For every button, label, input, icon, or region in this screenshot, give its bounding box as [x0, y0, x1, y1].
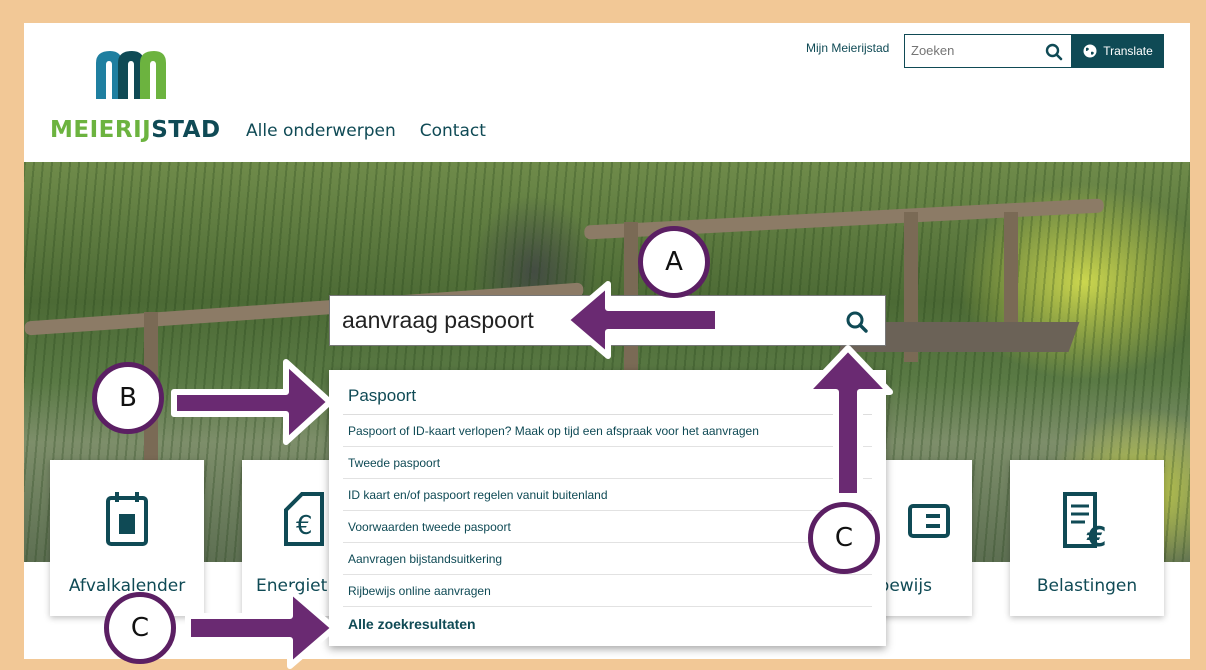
suggestion-item[interactable]: Voorwaarden tweede paspoort [343, 511, 872, 543]
header-search-input[interactable] [911, 43, 1041, 58]
logo-wordmark[interactable]: MEIERIJSTAD [50, 117, 221, 143]
tile-rijbewijs-label: bewijs [878, 576, 932, 596]
main-nav: Alle onderwerpen Contact [246, 121, 486, 141]
page-frame: MEIERIJSTAD Alle onderwerpen Contact Mij… [24, 23, 1190, 659]
svg-text:€: € [1086, 520, 1106, 552]
main-search-value: aanvraag paspoort [342, 307, 534, 333]
search-icon[interactable] [845, 310, 869, 334]
annotation-label-a: A [638, 226, 710, 298]
nav-alle-onderwerpen[interactable]: Alle onderwerpen [246, 121, 396, 141]
suggestions-heading[interactable]: Paspoort [343, 370, 872, 415]
suggestion-item[interactable]: Paspoort of ID-kaart verlopen? Maak op t… [343, 415, 872, 447]
license-card-icon [908, 504, 950, 538]
nav-contact[interactable]: Contact [420, 121, 486, 141]
waste-calendar-icon [106, 492, 148, 546]
annotation-label-b: B [92, 362, 164, 434]
mijn-meierijstad-link[interactable]: Mijn Meierijstad [806, 41, 889, 55]
logo-text-part1: MEIERIJ [50, 117, 152, 143]
tax-document-icon: € [1063, 492, 1106, 552]
header-search [904, 34, 1072, 68]
annotation-label-c-upper: C [808, 502, 880, 574]
svg-text:€: € [296, 511, 313, 541]
translate-button[interactable]: Translate [1072, 34, 1164, 68]
suggestion-item[interactable]: ID kaart en/of paspoort regelen vanuit b… [343, 479, 872, 511]
main-search-field[interactable]: aanvraag paspoort [329, 295, 886, 346]
tile-afvalkalender[interactable]: Afvalkalender [50, 460, 204, 616]
logo-text-part2: STAD [151, 117, 221, 143]
tile-afvalkalender-label: Afvalkalender [68, 576, 186, 596]
tile-belastingen[interactable]: € Belastingen [1010, 460, 1164, 616]
all-results-link[interactable]: Alle zoekresultaten [343, 607, 872, 641]
suggestion-item[interactable]: Aanvragen bijstandsuitkering [343, 543, 872, 575]
meierijstad-logo-icon[interactable] [94, 49, 170, 101]
search-suggestions-dropdown: Paspoort Paspoort of ID-kaart verlopen? … [329, 370, 886, 646]
tile-belastingen-label: Belastingen [1036, 576, 1138, 596]
suggestion-item[interactable]: Tweede paspoort [343, 447, 872, 479]
annotation-label-c-lower: C [104, 592, 176, 664]
search-icon[interactable] [1045, 43, 1063, 61]
suggestion-item[interactable]: Rijbewijs online aanvragen [343, 575, 872, 607]
energy-tag-icon: € [284, 492, 324, 546]
globe-icon [1083, 44, 1097, 58]
translate-label: Translate [1103, 44, 1153, 58]
